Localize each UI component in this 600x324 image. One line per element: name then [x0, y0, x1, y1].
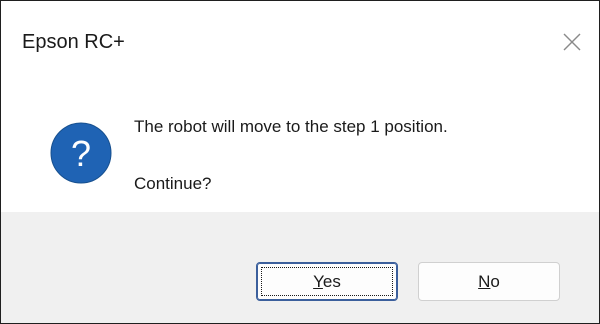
no-button-label: No: [478, 271, 500, 291]
yes-button[interactable]: Yes: [256, 262, 398, 301]
message-text: The robot will move to the step 1 positi…: [134, 117, 448, 136]
title-bar[interactable]: Epson RC+: [1, 1, 599, 83]
confirm-question: Continue?: [134, 174, 212, 193]
question-icon: ?: [50, 122, 112, 184]
message-area: ? The robot will move to the step 1 posi…: [1, 83, 599, 211]
svg-text:?: ?: [71, 133, 91, 174]
close-icon: [563, 33, 581, 51]
yes-button-label: Yes: [313, 271, 341, 291]
no-button[interactable]: No: [418, 262, 560, 301]
button-bar: Yes No: [1, 212, 599, 323]
window-title: Epson RC+: [22, 31, 125, 53]
close-button[interactable]: [549, 19, 595, 65]
message-dialog: Epson RC+ ? The robot will move to the s…: [0, 0, 600, 324]
